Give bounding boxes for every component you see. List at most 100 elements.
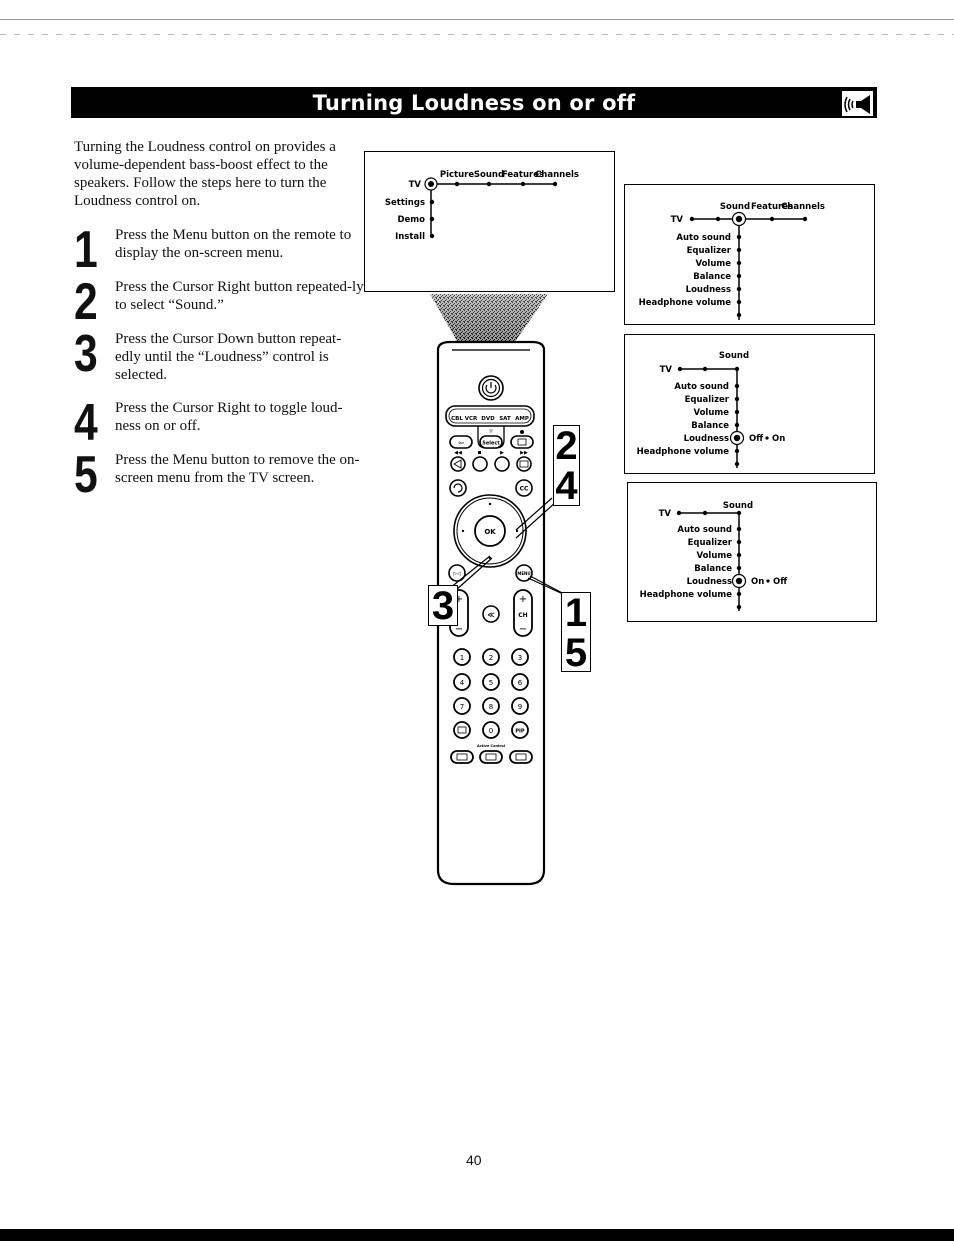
- graphic-shape: [844, 96, 848, 113]
- graphic-shape: [450, 750, 474, 764]
- graphic-shape: [520, 430, 524, 434]
- page-title: Turning Loudness on or off: [312, 91, 636, 115]
- graphic-shape: [552, 181, 558, 187]
- graphic-shape: [479, 750, 503, 764]
- menu-option-current: On: [751, 577, 764, 587]
- section-title-bar: Turning Loudness on or off: [71, 87, 877, 118]
- menu-side-item: Volume: [693, 408, 729, 418]
- active-control-buttons: [450, 750, 533, 764]
- menu-side-item: Settings: [385, 198, 425, 208]
- graphic-shape: [734, 461, 740, 467]
- graphic-shape: [736, 286, 742, 292]
- menu-top-item: Channels: [781, 202, 825, 212]
- label-text: SAT: [499, 416, 511, 422]
- menu-side-item: Headphone volume: [639, 298, 732, 308]
- step-number: 5: [74, 446, 98, 504]
- menu-root-label: TV: [409, 180, 422, 190]
- graphic-shape: [430, 294, 548, 346]
- graphic-shape: [734, 383, 740, 389]
- label-text: ☼: [488, 428, 494, 435]
- label-text: ▶▶: [520, 450, 528, 456]
- menu-heading: Sound: [719, 351, 749, 361]
- graphic-shape: [676, 510, 682, 516]
- graphic-shape: [735, 577, 743, 585]
- menu-side-item: Headphone volume: [637, 447, 730, 457]
- bottom-border-bar: [0, 1229, 954, 1241]
- graphic-shape: [734, 396, 740, 402]
- intro-paragraph: Turning the Loudness control on provides…: [74, 139, 336, 209]
- graphic-shape: [736, 526, 742, 532]
- label-text: ▶: [500, 450, 504, 456]
- callout-number: 2: [555, 424, 578, 468]
- label-text: −: [519, 624, 527, 635]
- graphic-shape: [736, 247, 742, 253]
- label-text: ▷◁: [453, 571, 461, 577]
- graphic-shape: [689, 216, 695, 222]
- graphic-shape: [677, 366, 683, 372]
- label-text: VCR: [465, 416, 478, 422]
- label-text: ◀◀: [454, 450, 462, 456]
- callout-steps-1-5: 1 5: [561, 592, 591, 673]
- ir-beam-icon: [430, 294, 548, 346]
- step-text: Press the Cursor Right to toggle loud-ne…: [115, 400, 343, 434]
- graphic-shape: [428, 181, 434, 187]
- step-text: Press the Menu button on the remote to d…: [115, 227, 352, 261]
- power-button: [478, 375, 504, 401]
- graphic-shape: [736, 510, 742, 516]
- menu-option-alt: Off: [773, 577, 787, 587]
- graphic-shape: [734, 448, 740, 454]
- graphic-shape: [702, 510, 708, 516]
- graphic-shape: [486, 181, 492, 187]
- label-text: CC: [520, 486, 529, 493]
- graphic-shape: [847, 98, 851, 111]
- label-text: 2: [489, 654, 493, 662]
- surf-button: [449, 479, 467, 497]
- graphic-shape: [766, 579, 770, 583]
- graphic-shape: [736, 260, 742, 266]
- menu-side-item: Demo: [397, 215, 425, 225]
- graphic-shape: [736, 312, 742, 318]
- graphic-shape: [478, 451, 481, 454]
- menu-side-item: Auto sound: [677, 525, 732, 535]
- label-text: 5: [489, 679, 493, 687]
- graphic-shape: [734, 366, 740, 372]
- graphic-shape: [702, 366, 708, 372]
- tv-menu-sound-selected: TV Sound Features Channels Auto sound Eq…: [624, 184, 875, 325]
- menu-side-item: Balance: [693, 272, 731, 282]
- graphic-shape: [736, 565, 742, 571]
- graphic-shape: [769, 216, 775, 222]
- menu-side-item: Equalizer: [688, 538, 733, 548]
- label-text: DVD: [481, 416, 495, 422]
- callout-step-3: 3: [428, 585, 458, 626]
- menu-side-item: Auto sound: [674, 382, 729, 392]
- graphic-shape: [733, 434, 741, 442]
- label-text: 4: [460, 679, 465, 687]
- speaker-loudness-icon: [841, 90, 874, 117]
- menu-side-item: Install: [395, 232, 425, 242]
- step-number: 2: [74, 273, 98, 331]
- label-text: 9: [518, 703, 522, 711]
- graphic-shape: [734, 422, 740, 428]
- active-control-label: Active Control: [477, 744, 505, 748]
- graphic-shape: [735, 215, 743, 223]
- menu-side-item: Loudness: [686, 285, 731, 295]
- graphic-shape: [736, 299, 742, 305]
- graphic-shape: [488, 502, 492, 506]
- step-number: 1: [74, 221, 98, 279]
- menu-side-item: Equalizer: [685, 395, 730, 405]
- graphic-shape: [516, 456, 532, 472]
- graphic-shape: [715, 216, 721, 222]
- label-text: ≪: [487, 611, 494, 619]
- label-text: CBL: [451, 416, 463, 422]
- label-text: Select: [482, 441, 500, 447]
- step-text: Press the Menu button to remove the on-s…: [115, 452, 360, 486]
- graphic-shape: [494, 456, 510, 472]
- freeze-button: [510, 435, 534, 449]
- graphic-shape: [453, 721, 471, 739]
- label-text: 6: [518, 679, 523, 687]
- menu-top-item: Channels: [535, 170, 579, 180]
- menu-root-label: TV: [671, 215, 684, 225]
- scan-artifact-line: [0, 19, 954, 20]
- menu-root-label: TV: [660, 365, 673, 375]
- menu-top-item: Sound: [720, 202, 750, 212]
